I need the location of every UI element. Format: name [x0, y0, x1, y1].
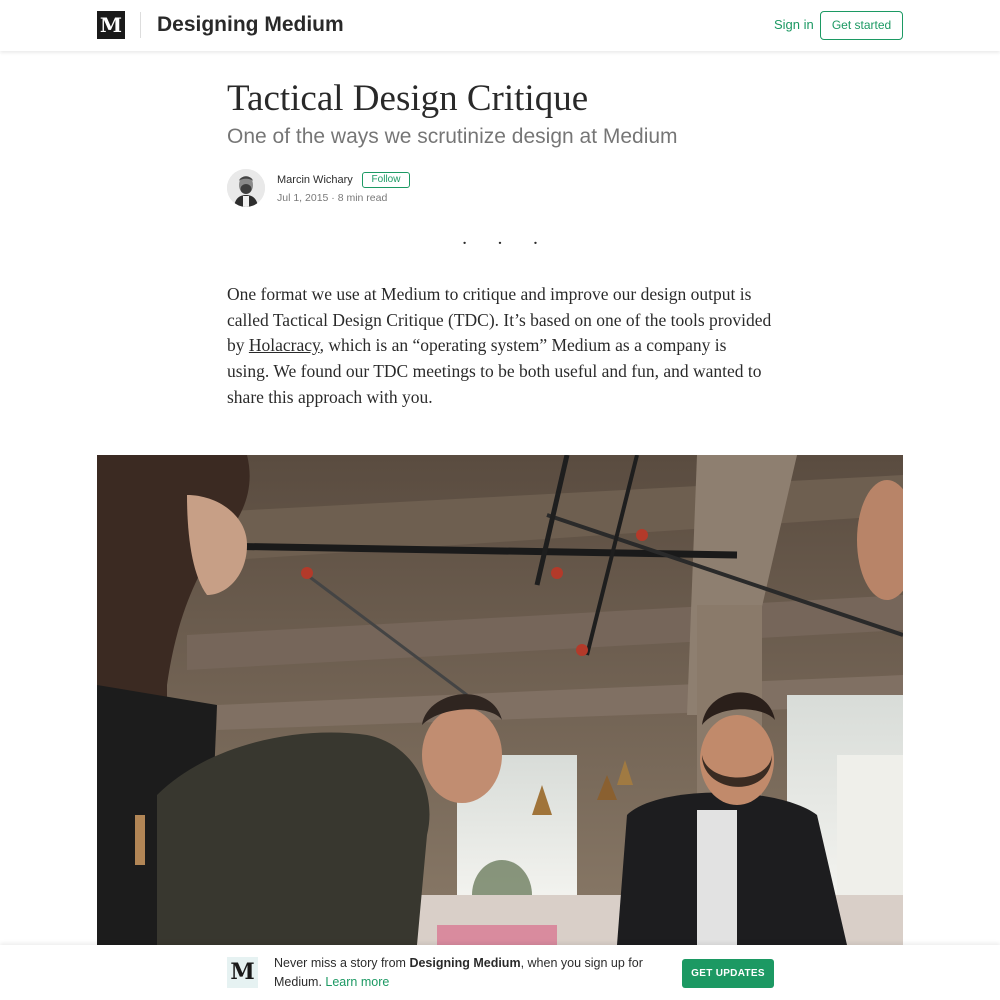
- read-time: 8 min read: [337, 192, 388, 204]
- signup-prompt: Never miss a story from Designing Medium…: [274, 954, 674, 992]
- author-avatar[interactable]: [227, 169, 265, 207]
- section-separator: · · ·: [461, 233, 551, 254]
- follow-button[interactable]: Follow: [362, 172, 410, 188]
- header-divider: [140, 12, 141, 38]
- top-navigation-bar: M Designing Medium Sign in Get started: [0, 0, 1000, 51]
- article-title: Tactical Design Critique: [227, 78, 589, 119]
- article-hero-image: [97, 455, 903, 945]
- article-meta: Jul 1, 2015 · 8 min read: [277, 191, 387, 206]
- get-updates-button[interactable]: GET UPDATES: [682, 959, 774, 988]
- article-subtitle: One of the ways we scrutinize design at …: [227, 125, 678, 148]
- signup-text-prefix: Never miss a story from: [274, 956, 410, 970]
- publication-name[interactable]: Designing Medium: [157, 12, 344, 38]
- article-intro-paragraph: One format we use at Medium to critique …: [227, 282, 773, 411]
- holacracy-link[interactable]: Holacracy: [249, 335, 320, 355]
- medium-logo-icon[interactable]: M: [97, 11, 125, 39]
- author-name[interactable]: Marcin Wichary: [277, 173, 353, 188]
- publish-date: Jul 1, 2015: [277, 192, 329, 204]
- signup-publication-name: Designing Medium: [409, 956, 521, 970]
- get-started-button[interactable]: Get started: [820, 11, 903, 40]
- meta-separator: ·: [328, 192, 338, 204]
- learn-more-link[interactable]: Learn more: [325, 975, 389, 989]
- bottom-signup-bar: M Never miss a story from Designing Medi…: [0, 945, 1000, 1000]
- sign-in-link[interactable]: Sign in: [774, 16, 814, 34]
- medium-logo-icon: M: [227, 957, 258, 988]
